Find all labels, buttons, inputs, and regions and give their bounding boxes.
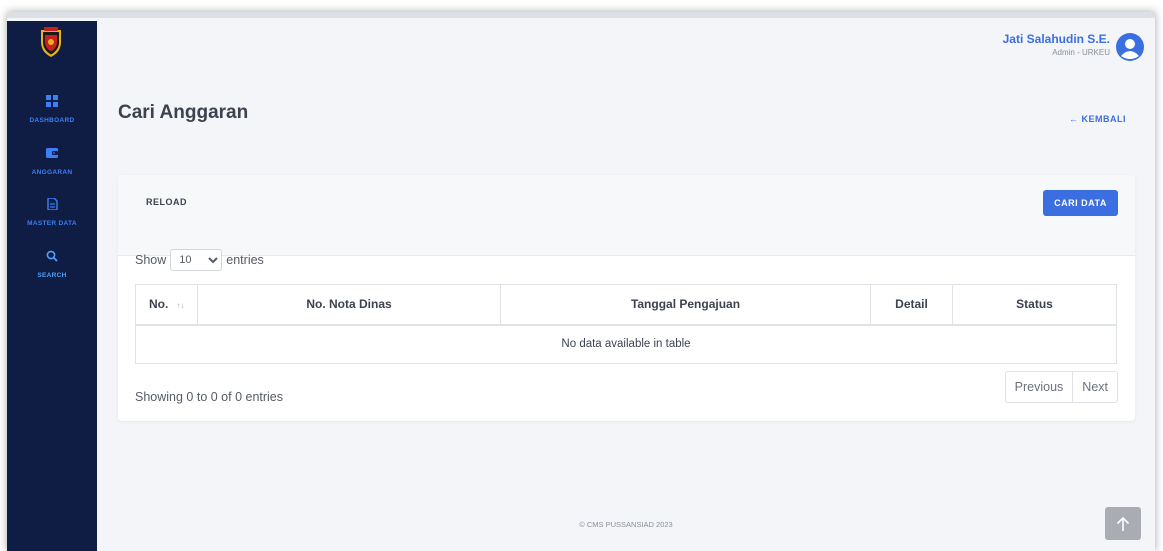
column-header-no-nota-dinas[interactable]: No. Nota Dinas xyxy=(197,284,501,326)
entries-length-control: Show 10 entries xyxy=(135,249,264,271)
wallet-icon xyxy=(46,148,58,158)
sidebar-item-search[interactable]: SEARCH xyxy=(7,250,97,282)
column-header-tanggal-pengajuan[interactable]: Tanggal Pengajuan xyxy=(500,284,871,326)
user-role: Admin - URKEU xyxy=(1052,48,1110,57)
search-icon xyxy=(46,250,58,262)
table-header-row: No. ↑↓ No. Nota Dinas Tanggal Pengajuan D… xyxy=(135,284,1117,326)
sidebar-item-label: MASTER DATA xyxy=(27,220,77,227)
column-header-status[interactable]: Status xyxy=(952,284,1117,326)
table-row: No data available in table xyxy=(135,324,1117,364)
show-label: Show xyxy=(135,253,167,267)
document-icon xyxy=(47,198,58,210)
data-table: No. ↑↓ No. Nota Dinas Tanggal Pengajuan D… xyxy=(135,284,1117,364)
sidebar: DASHBOARD ANGGARAN MASTER DATA SEARCH xyxy=(7,21,97,551)
column-header-detail[interactable]: Detail xyxy=(870,284,953,326)
app-window: DASHBOARD ANGGARAN MASTER DATA SEARCH Ja… xyxy=(7,12,1155,551)
sidebar-item-dashboard[interactable]: DASHBOARD xyxy=(7,95,97,127)
page-title: Cari Anggaran xyxy=(118,102,249,123)
entries-select[interactable]: 10 xyxy=(170,249,223,271)
arrow-up-icon xyxy=(1116,516,1130,531)
sidebar-item-label: DASHBOARD xyxy=(29,117,75,124)
footer-copyright: © CMS PUSSANSIAD 2023 xyxy=(579,520,673,529)
sidebar-item-label: SEARCH xyxy=(37,272,67,279)
scroll-to-top-button[interactable] xyxy=(1105,507,1141,540)
reload-button[interactable]: RELOAD xyxy=(146,197,187,207)
user-avatar-icon[interactable] xyxy=(1116,33,1144,61)
user-name: Jati Salahudin S.E. xyxy=(1002,32,1110,46)
user-menu[interactable]: Jati Salahudin S.E. Admin - URKEU xyxy=(1003,32,1110,57)
card-header: RELOAD CARI DATA xyxy=(118,175,1135,256)
entries-label: entries xyxy=(226,253,264,267)
empty-table-message: No data available in table xyxy=(135,324,1117,364)
column-header-no[interactable]: No. ↑↓ xyxy=(135,284,198,326)
sidebar-item-label: ANGGARAN xyxy=(31,169,73,176)
table-info: Showing 0 to 0 of 0 entries xyxy=(135,390,284,404)
back-link[interactable]: ← KEMBALI xyxy=(1069,114,1126,124)
cari-data-button[interactable]: CARI DATA xyxy=(1043,190,1118,216)
next-page-button[interactable]: Next xyxy=(1072,372,1117,402)
pagination: Previous Next xyxy=(1004,371,1118,403)
sidebar-item-anggaran[interactable]: ANGGARAN xyxy=(7,147,97,179)
previous-page-button[interactable]: Previous xyxy=(1006,372,1073,402)
sort-icon: ↑↓ xyxy=(176,301,185,311)
search-card: RELOAD CARI DATA Show 10 entries No. ↑↓ N… xyxy=(118,175,1135,421)
dashboard-grid-icon xyxy=(46,95,58,107)
sidebar-item-master-data[interactable]: MASTER DATA xyxy=(7,198,97,230)
police-emblem-logo xyxy=(41,27,61,57)
